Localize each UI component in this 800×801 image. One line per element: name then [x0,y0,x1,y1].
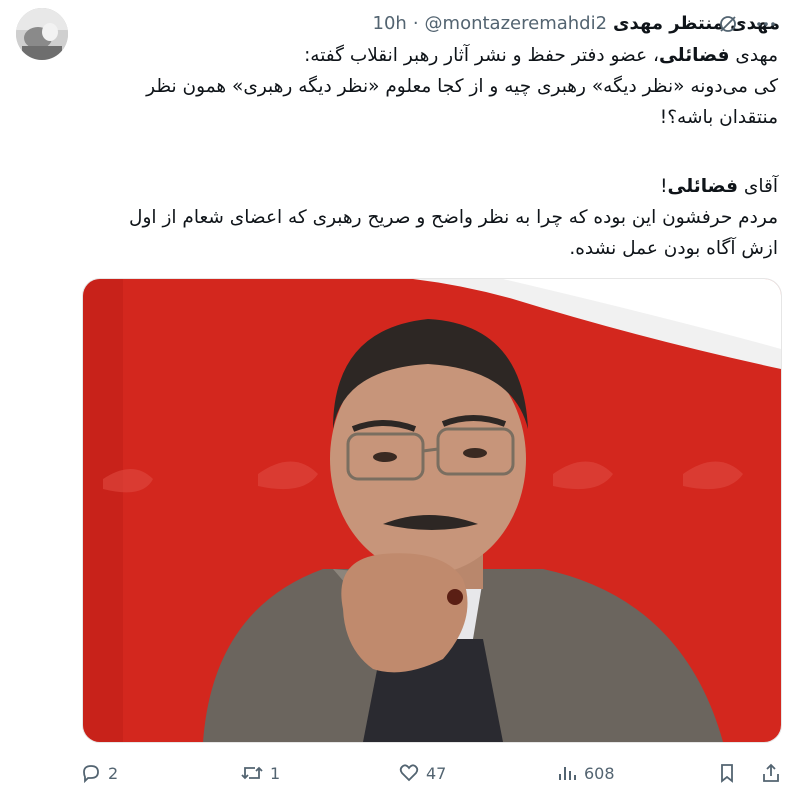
tweet-photo[interactable] [82,278,782,743]
avatar-image [16,8,68,60]
tweet-header: مهدی منتظر مهدی @montazeremahdi2 · 10h [80,8,781,38]
header-actions [716,12,778,36]
timestamp[interactable]: 10h [373,13,407,34]
share-button[interactable] [760,762,782,784]
body-text-suffix: ! [660,176,668,197]
bookmark-icon [721,764,733,783]
bookmark-button[interactable] [716,762,738,784]
reply-count: 2 [108,763,119,783]
body-paragraph-3: آقای فضائلی! [90,171,778,202]
body-name-bold: فضائلی [658,45,730,66]
avatar[interactable] [16,8,68,60]
separator-dot: · [412,12,419,34]
views-count: 608 [584,763,615,783]
portrait-image [83,279,781,742]
like-count: 47 [426,763,447,783]
body-text-prefix: مهدی [729,45,778,66]
repost-count: 1 [270,763,281,783]
like-icon [399,764,419,782]
views-button[interactable]: 608 [556,762,615,784]
reply-icon [83,765,99,784]
repost-icon [241,766,263,780]
body-text-prefix: آقای [738,176,778,197]
body-paragraph-4: مردم حرفشون این بوده که چرا به نظر واضح … [129,207,778,259]
like-button[interactable]: 47 [398,762,446,784]
views-icon [559,767,576,780]
more-icon[interactable] [754,12,778,36]
body-name-bold: فضائلی [667,176,739,197]
grok-icon[interactable] [716,12,740,36]
body-paragraph-1: مهدی فضائلی، عضو دفتر حفظ و نشر آثار رهب… [90,40,778,71]
tweet: مهدی منتظر مهدی @montazeremahdi2 · 10h م… [0,0,800,801]
reply-button[interactable]: 2 [80,762,118,784]
share-icon [763,763,779,782]
tweet-body: مهدی فضائلی، عضو دفتر حفظ و نشر آثار رهب… [90,40,778,264]
action-bar: 2 1 47 608 [80,758,780,790]
repost-button[interactable]: 1 [240,762,280,784]
body-paragraph-2: کی می‌دونه «نظر دیگه» رهبری چیه و از کجا… [146,76,778,128]
author-handle[interactable]: @montazeremahdi2 [425,13,608,34]
body-text-rest: ، عضو دفتر حفظ و نشر آثار رهبر انقلاب گف… [304,45,659,66]
